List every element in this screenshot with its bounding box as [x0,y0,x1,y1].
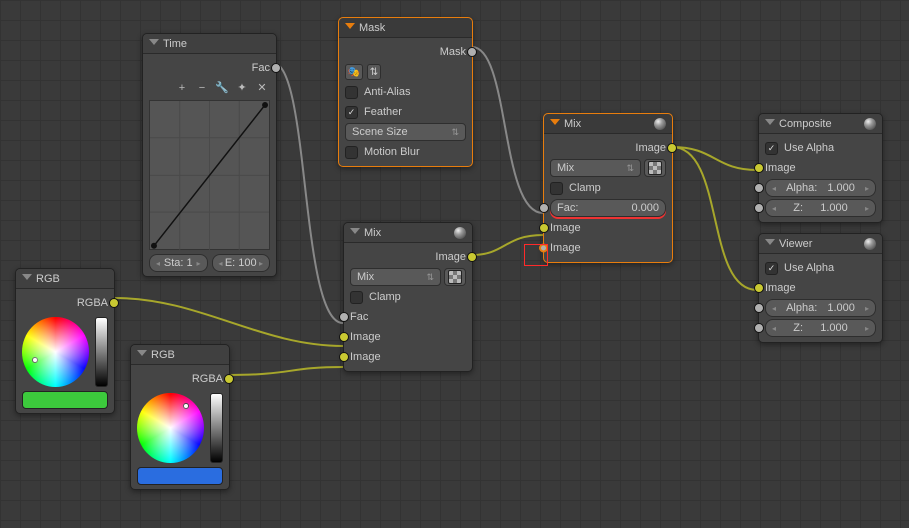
node-title: RGB [151,349,223,361]
node-mix1[interactable]: Mix Image Mix⇅ Clamp Fac Image Image [343,222,473,372]
value-slider[interactable] [210,393,223,463]
blend-mode-dropdown[interactable]: Mix⇅ [550,159,641,177]
z-field[interactable]: ◂Z:1.000▸ [765,319,876,337]
node-title: Viewer [779,238,864,250]
node-title: RGB [36,273,108,285]
feather-label: Feather [364,106,402,118]
output-image: Image [350,251,466,263]
collapse-icon[interactable] [137,350,147,361]
value-slider[interactable] [95,317,108,387]
color-swatch[interactable] [137,467,223,485]
socket-rgba[interactable] [109,298,119,308]
size-dropdown[interactable]: Scene Size⇅ [345,123,466,141]
socket-alpha[interactable] [754,303,764,313]
input-image1: Image [350,331,466,343]
node-title: Mix [564,118,654,130]
anti-alias-label: Anti-Alias [364,86,410,98]
sta-field[interactable]: ◂Sta: 1▸ [149,254,208,272]
socket-alpha[interactable] [754,183,764,193]
fac-field[interactable]: Fac:0.000 [550,199,666,217]
end-field[interactable]: ◂E: 100▸ [212,254,271,272]
blend-mode-dropdown[interactable]: Mix⇅ [350,268,441,286]
collapse-icon[interactable] [765,119,775,130]
node-title: Mask [359,22,466,34]
socket-image[interactable] [754,163,764,173]
collapse-icon[interactable] [22,274,32,285]
input-image1: Image [550,222,666,234]
node-rgb2[interactable]: RGB RGBA [130,344,230,490]
motion-blur-label: Motion Blur [364,146,420,158]
socket-fac[interactable] [339,312,349,322]
node-title: Mix [364,227,454,239]
input-image: Image [765,282,876,294]
socket-fac[interactable] [539,203,549,213]
socket-fac[interactable] [271,63,281,73]
node-composite[interactable]: Composite Use Alpha Image ◂Alpha:1.000▸ … [758,113,883,223]
collapse-icon[interactable] [550,119,560,130]
alpha-field[interactable]: ◂Alpha:1.000▸ [765,299,876,317]
node-time[interactable]: Time Fac + − 🔧 ✦ ✕ ◂Sta: 1▸ ◂E: 100▸ [142,33,277,277]
node-mix2[interactable]: Mix Image Mix⇅ Clamp Fac:0.000 Image Ima… [543,113,673,263]
zoom-in-icon[interactable]: + [174,80,190,96]
node-rgb1[interactable]: RGB RGBA [15,268,115,414]
browse-icon[interactable]: ⇅ [367,64,381,80]
node-mask[interactable]: Mask Mask 🎭⇅ Anti-Alias Feather Scene Si… [338,17,473,167]
output-image: Image [550,142,666,154]
socket-image-out[interactable] [467,252,477,262]
wrench-icon[interactable]: 🔧 [214,80,230,96]
clamp-label: Clamp [369,291,401,303]
collapse-icon[interactable] [765,239,775,250]
socket-image1[interactable] [539,223,549,233]
collapse-icon[interactable] [350,228,360,239]
color-wheel[interactable] [137,393,204,463]
socket-image2[interactable] [339,352,349,362]
snap-icon[interactable]: ✦ [234,80,250,96]
motion-blur-checkbox[interactable] [345,146,358,159]
use-alpha-label: Use Alpha [784,262,834,274]
socket-image[interactable] [754,283,764,293]
output-rgba: RGBA [22,297,108,309]
node-title: Composite [779,118,864,130]
feather-checkbox[interactable] [345,106,358,119]
socket-z[interactable] [754,203,764,213]
collapse-icon[interactable] [345,23,355,34]
preview-icon[interactable] [654,118,666,130]
mask-datablock-icon[interactable]: 🎭 [345,64,363,80]
node-viewer[interactable]: Viewer Use Alpha Image ◂Alpha:1.000▸ ◂Z:… [758,233,883,343]
socket-image2[interactable] [539,244,548,253]
preview-icon[interactable] [864,118,876,130]
zoom-out-icon[interactable]: − [194,80,210,96]
curve-widget[interactable] [149,100,270,250]
collapse-icon[interactable] [149,39,159,50]
alpha-field[interactable]: ◂Alpha:1.000▸ [765,179,876,197]
socket-z[interactable] [754,323,764,333]
use-alpha-checkbox[interactable] [765,262,778,275]
output-rgba: RGBA [137,373,223,385]
color-ramp-icon[interactable] [644,159,666,177]
input-image2: Image [350,351,466,363]
output-mask: Mask [345,46,466,58]
preview-icon[interactable] [454,227,466,239]
socket-mask[interactable] [467,47,477,57]
input-image2: Image [550,242,666,254]
clamp-checkbox[interactable] [350,291,363,304]
socket-image-out[interactable] [667,143,677,153]
clamp-label: Clamp [569,182,601,194]
clamp-checkbox[interactable] [550,182,563,195]
color-wheel[interactable] [22,317,89,387]
input-image: Image [765,162,876,174]
delete-icon[interactable]: ✕ [254,80,270,96]
color-ramp-icon[interactable] [444,268,466,286]
input-fac: Fac [350,311,466,323]
use-alpha-checkbox[interactable] [765,142,778,155]
node-title: Time [163,38,270,50]
use-alpha-label: Use Alpha [784,142,834,154]
socket-rgba[interactable] [224,374,234,384]
z-field[interactable]: ◂Z:1.000▸ [765,199,876,217]
anti-alias-checkbox[interactable] [345,86,358,99]
preview-icon[interactable] [864,238,876,250]
output-fac: Fac [149,62,270,74]
color-swatch[interactable] [22,391,108,409]
socket-image1[interactable] [339,332,349,342]
